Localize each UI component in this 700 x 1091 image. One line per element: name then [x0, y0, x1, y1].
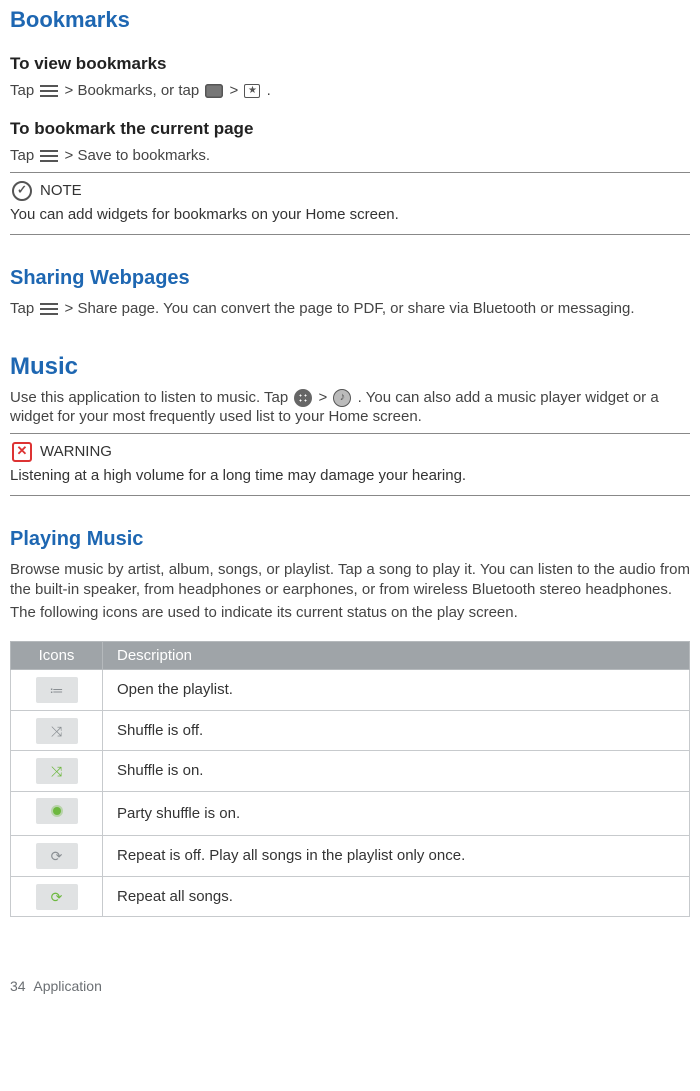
- music-icon: [333, 389, 351, 407]
- text: > Save to bookmarks.: [65, 147, 211, 164]
- playing-para2: The following icons are used to indicate…: [10, 603, 690, 623]
- bookmark-page-text: Tap > Save to bookmarks.: [10, 146, 690, 166]
- table-icon-cell: [11, 791, 103, 836]
- music-intro: Use this application to listen to music.…: [10, 388, 690, 427]
- status-icon: [36, 798, 78, 824]
- table-row: ⤨ Shuffle is on.: [11, 751, 690, 792]
- bookmark-page-subhead: To bookmark the current page: [10, 118, 690, 140]
- table-desc-cell: Shuffle is off.: [103, 710, 690, 751]
- icons-table: Icons Description ≔ Open the playlist. ⤨ Sh…: [10, 641, 690, 918]
- warning-text: Listening at a high volume for a long ti…: [10, 466, 690, 486]
- table-desc-cell: Repeat all songs.: [103, 876, 690, 917]
- table-row: ≔ Open the playlist.: [11, 670, 690, 711]
- table-icon-cell: ⤨: [11, 751, 103, 792]
- section-name: Application: [33, 978, 102, 994]
- page-number: 34: [10, 978, 26, 994]
- text: > Share page. You can convert the page t…: [65, 300, 635, 317]
- sharing-text: Tap > Share page. You can convert the pa…: [10, 299, 690, 319]
- table-header-desc: Description: [103, 641, 690, 670]
- status-icon: ⟳: [36, 843, 78, 869]
- table-row: ⤨ Shuffle is off.: [11, 710, 690, 751]
- menu-icon: [40, 303, 58, 315]
- table-header-icons: Icons: [11, 641, 103, 670]
- text: Tap: [10, 147, 38, 164]
- table-desc-cell: Party shuffle is on.: [103, 791, 690, 836]
- playing-para1: Browse music by artist, album, songs, or…: [10, 560, 690, 599]
- table-row: ⟳ Repeat is off. Play all songs in the pl…: [11, 836, 690, 877]
- view-bookmarks-subhead: To view bookmarks: [10, 53, 690, 75]
- table-icon-cell: ≔: [11, 670, 103, 711]
- warning-callout: WARNING Listening at a high volume for a…: [10, 433, 690, 497]
- table-icon-cell: ⤨: [11, 710, 103, 751]
- table-desc-cell: Shuffle is on.: [103, 751, 690, 792]
- text: .: [267, 82, 271, 99]
- text: > Bookmarks, or tap: [65, 82, 204, 99]
- table-row: Party shuffle is on.: [11, 791, 690, 836]
- table-icon-cell: ⟳: [11, 836, 103, 877]
- tabs-icon: [205, 84, 223, 98]
- note-text: You can add widgets for bookmarks on you…: [10, 205, 690, 225]
- status-icon: ⟳: [36, 884, 78, 910]
- apps-icon: [294, 389, 312, 407]
- text: >: [230, 82, 243, 99]
- warning-label: WARNING: [40, 442, 112, 462]
- menu-icon: [40, 150, 58, 162]
- table-icon-cell: ⟳: [11, 876, 103, 917]
- sharing-heading: Sharing Webpages: [10, 265, 690, 291]
- table-row: ⟳ Repeat all songs.: [11, 876, 690, 917]
- table-desc-cell: Open the playlist.: [103, 670, 690, 711]
- table-desc-cell: Repeat is off. Play all songs in the pla…: [103, 836, 690, 877]
- bookmarks-heading: Bookmarks: [10, 6, 690, 35]
- status-icon: ⤨: [36, 758, 78, 784]
- status-icon: ≔: [36, 677, 78, 703]
- note-icon: [12, 181, 32, 201]
- text: >: [319, 389, 332, 406]
- star-icon: [244, 84, 260, 98]
- note-callout: NOTE You can add widgets for bookmarks o…: [10, 172, 690, 236]
- music-heading: Music: [10, 351, 690, 382]
- menu-icon: [40, 85, 58, 97]
- warning-icon: [12, 442, 32, 462]
- text: Tap: [10, 300, 38, 317]
- status-icon: ⤨: [36, 718, 78, 744]
- playing-heading: Playing Music: [10, 526, 690, 552]
- note-label: NOTE: [40, 181, 82, 201]
- page-footer: 34 Application: [10, 977, 690, 995]
- view-bookmarks-text: Tap > Bookmarks, or tap > .: [10, 81, 690, 101]
- text: Tap: [10, 82, 38, 99]
- text: Use this application to listen to music.…: [10, 389, 292, 406]
